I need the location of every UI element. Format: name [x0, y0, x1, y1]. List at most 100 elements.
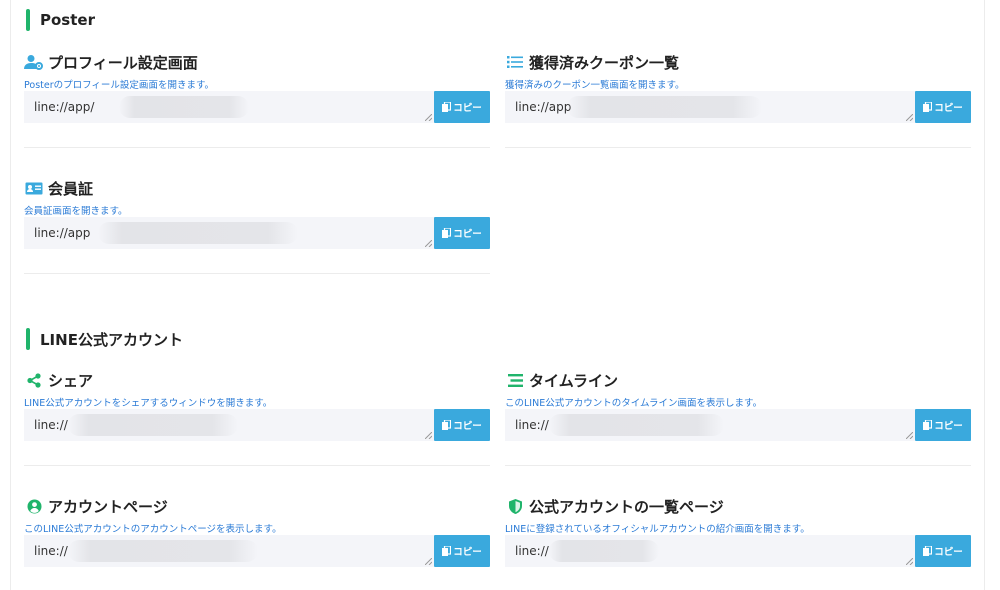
item-description: 会員証画面を開きます。 [24, 206, 128, 217]
item-description: LINEに登録されているオフィシャルアカウントの紹介画面を開きます。 [505, 524, 810, 535]
url-row: line://app コピー [505, 91, 971, 123]
item-heading: アカウントページ [24, 496, 490, 516]
section-accent-bar [26, 328, 30, 350]
resize-handle-icon[interactable] [906, 558, 913, 565]
url-text: line:// [515, 418, 549, 432]
item-heading: タイムライン [505, 370, 971, 390]
item-heading: プロフィール設定画面 [24, 52, 490, 72]
redacted-blur [68, 414, 238, 436]
copy-icon [923, 546, 933, 556]
item-title: タイムライン [529, 371, 618, 390]
url-textarea[interactable]: line:// [24, 409, 434, 441]
item-title: アカウントページ [48, 497, 168, 516]
resize-handle-icon[interactable] [425, 114, 432, 121]
divider [24, 147, 490, 148]
item-heading: シェア [24, 370, 490, 390]
user-circle-icon [24, 498, 44, 514]
redacted-blur [549, 540, 659, 562]
item-title: シェア [48, 371, 94, 390]
divider [505, 147, 971, 148]
url-text: line:// [34, 418, 68, 432]
copy-label: コピー [453, 103, 482, 114]
item-title: 公式アカウントの一覧ページ [529, 497, 724, 516]
section-title-text: Poster [40, 11, 95, 29]
copy-button[interactable]: コピー [915, 409, 971, 441]
copy-icon [442, 420, 452, 430]
copy-button[interactable]: コピー [434, 535, 490, 567]
divider [24, 273, 490, 274]
item-account-page: アカウントページ このLINE公式アカウントのアカウントページを表示します。 l… [24, 496, 490, 567]
copy-button[interactable]: コピー [434, 409, 490, 441]
url-row: line:// コピー [24, 409, 490, 441]
item-member-card: 会員証 会員証画面を開きます。 line://app コピー [24, 178, 490, 249]
url-textarea[interactable]: line:// [505, 535, 915, 567]
redacted-blur [567, 96, 762, 118]
item-description: LINE公式アカウントをシェアするウィンドウを開きます。 [24, 398, 273, 409]
item-heading: 公式アカウントの一覧ページ [505, 496, 971, 516]
item-share: シェア LINE公式アカウントをシェアするウィンドウを開きます。 line://… [24, 370, 490, 441]
copy-label: コピー [934, 103, 963, 114]
copy-icon [923, 102, 933, 112]
url-textarea[interactable]: line:// [505, 409, 915, 441]
resize-handle-icon[interactable] [425, 432, 432, 439]
copy-label: コピー [934, 547, 963, 558]
item-description: Posterのプロフィール設定画面を開きます。 [24, 80, 214, 91]
copy-label: コピー [453, 421, 482, 432]
item-heading: 獲得済みクーポン一覧 [505, 52, 971, 72]
timeline-icon [505, 372, 525, 388]
copy-icon [442, 546, 452, 556]
url-row: line:// コピー [505, 409, 971, 441]
copy-label: コピー [453, 229, 482, 240]
item-official-account-list: 公式アカウントの一覧ページ LINEに登録されているオフィシャルアカウントの紹介… [505, 496, 971, 567]
resize-handle-icon[interactable] [425, 558, 432, 565]
url-textarea[interactable]: line://app [505, 91, 915, 123]
copy-button[interactable]: コピー [434, 91, 490, 123]
item-title: 獲得済みクーポン一覧 [529, 53, 680, 72]
url-text: line://app [34, 226, 91, 240]
item-heading: 会員証 [24, 178, 490, 198]
url-textarea[interactable]: line:// [24, 535, 434, 567]
divider [24, 465, 490, 466]
section-title-text: LINE公式アカウント [40, 330, 183, 349]
copy-label: コピー [453, 547, 482, 558]
redacted-blur [68, 540, 258, 562]
redacted-blur [119, 96, 249, 118]
content-panel: Poster プロフィール設定画面 Posterのプロフィール設定画面を開きます… [10, 0, 985, 590]
redacted-blur [98, 222, 298, 244]
item-timeline: タイムライン このLINE公式アカウントのタイムライン画面を表示します。 lin… [505, 370, 971, 441]
url-row: line:// コピー [24, 535, 490, 567]
url-row: line://app/ コピー [24, 91, 490, 123]
copy-icon [442, 102, 452, 112]
section-accent-bar [26, 9, 30, 31]
copy-label: コピー [934, 421, 963, 432]
url-row: line:// コピー [505, 535, 971, 567]
url-textarea[interactable]: line://app [24, 217, 434, 249]
resize-handle-icon[interactable] [906, 114, 913, 121]
item-description: このLINE公式アカウントのアカウントページを表示します。 [24, 524, 282, 535]
section-title-line: LINE公式アカウント [26, 327, 183, 351]
copy-icon [442, 228, 452, 238]
list-icon [505, 54, 525, 70]
item-description: 獲得済みのクーポン一覧画面を開きます。 [505, 80, 685, 91]
copy-button[interactable]: コピー [434, 217, 490, 249]
shield-icon [505, 498, 525, 514]
item-coupons: 獲得済みクーポン一覧 獲得済みのクーポン一覧画面を開きます。 line://ap… [505, 52, 971, 123]
url-text: line:// [34, 544, 68, 558]
copy-icon [923, 420, 933, 430]
divider [505, 465, 971, 466]
section-title-poster: Poster [26, 8, 95, 32]
item-title: プロフィール設定画面 [48, 53, 198, 72]
url-row: line://app コピー [24, 217, 490, 249]
url-text: line://app [515, 100, 572, 114]
share-icon [24, 372, 44, 388]
copy-button[interactable]: コピー [915, 535, 971, 567]
copy-button[interactable]: コピー [915, 91, 971, 123]
resize-handle-icon[interactable] [425, 240, 432, 247]
user-gear-icon [24, 54, 44, 70]
item-title: 会員証 [48, 179, 94, 198]
redacted-blur [549, 414, 724, 436]
resize-handle-icon[interactable] [906, 432, 913, 439]
url-textarea[interactable]: line://app/ [24, 91, 434, 123]
item-profile: プロフィール設定画面 Posterのプロフィール設定画面を開きます。 line:… [24, 52, 490, 123]
url-text: line:// [515, 544, 549, 558]
